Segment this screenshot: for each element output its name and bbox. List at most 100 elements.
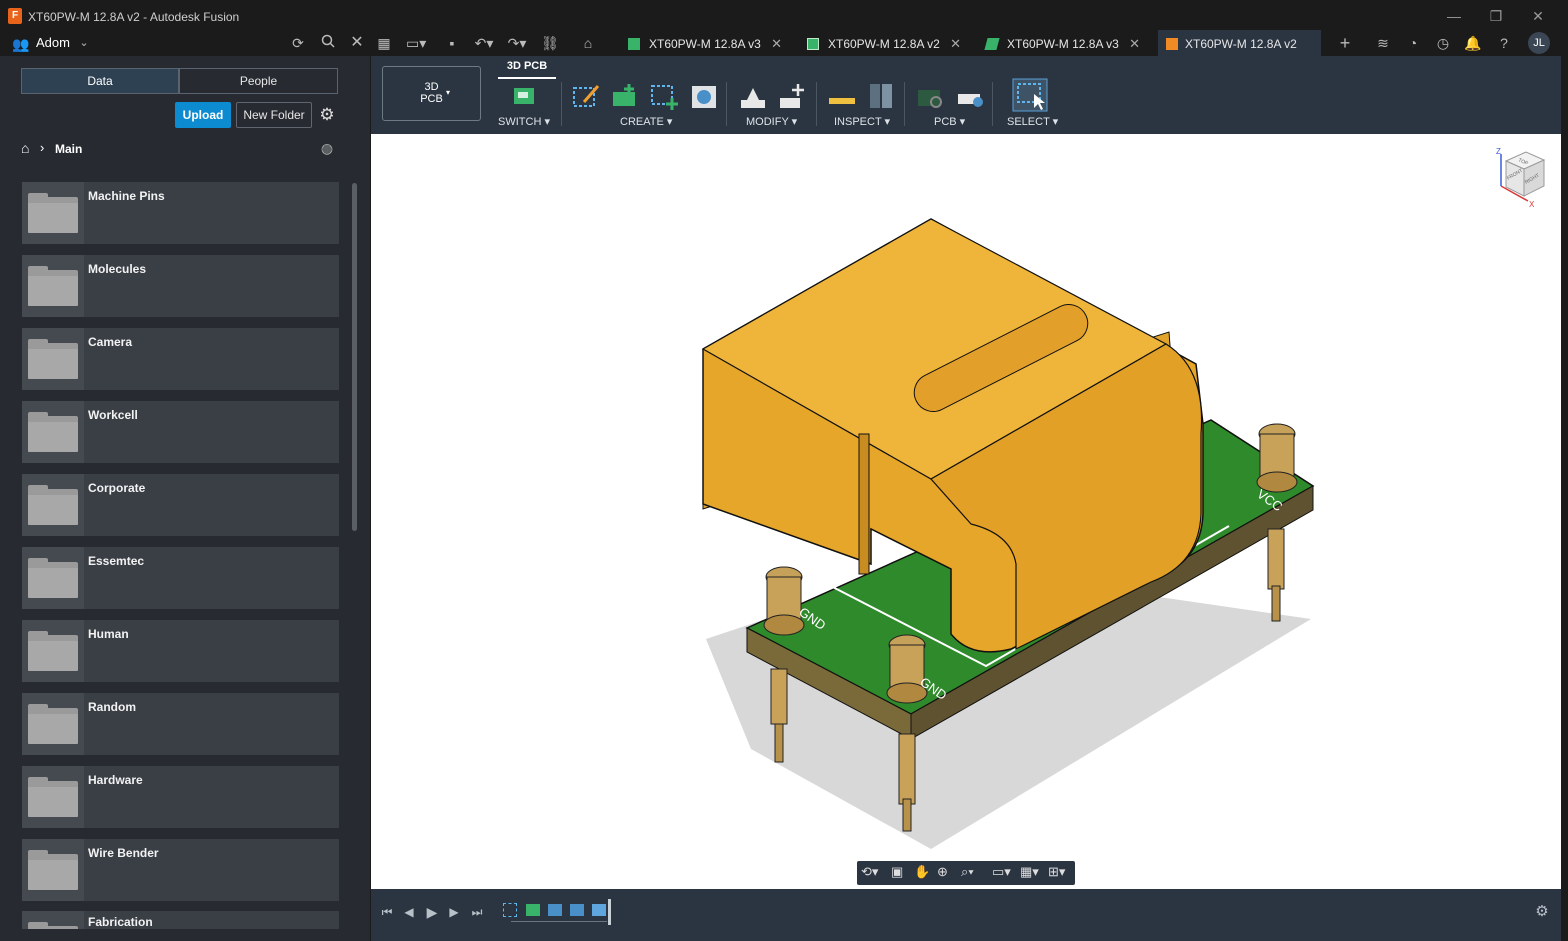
sketch-edit-icon[interactable] bbox=[570, 80, 602, 112]
extensions-icon[interactable]: ◔ bbox=[1403, 34, 1423, 52]
skip-start-icon[interactable]: ⏮ bbox=[377, 903, 397, 921]
ribbon-divider bbox=[726, 82, 727, 126]
close-panel-icon[interactable]: ✕ bbox=[347, 34, 367, 52]
3d-viewport[interactable]: VCC GND GND Z X TOP FRONT RIGHT bbox=[371, 134, 1561, 889]
group-modify[interactable]: MODIFY ▾ bbox=[746, 115, 797, 128]
clock-icon[interactable]: ◷ bbox=[1433, 34, 1453, 52]
globe-settings-icon[interactable]: ◍ bbox=[318, 140, 336, 158]
measure-icon[interactable] bbox=[826, 80, 858, 112]
app-bar: 👥 Adom ⌄ ⟳ ✕ ▦ ▭▾ ▪ ↶▾ ↷▾ ⛓ ⌂ + ≋ ◔ ◷ 🔔 … bbox=[0, 30, 1568, 56]
list-item[interactable]: Essemtec bbox=[22, 547, 339, 609]
folder-name: Workcell bbox=[88, 408, 138, 422]
redo-icon[interactable]: ↷▾ bbox=[507, 34, 527, 52]
zoom-icon[interactable]: ⊕ bbox=[937, 864, 948, 880]
list-item[interactable]: Fabrication bbox=[22, 911, 339, 929]
breadcrumb[interactable]: Main bbox=[55, 142, 82, 156]
orbit-icon[interactable]: ⟲▾ bbox=[861, 864, 878, 880]
list-item[interactable]: Corporate bbox=[22, 474, 339, 536]
timeline-marker[interactable] bbox=[608, 899, 611, 925]
refresh-icon[interactable]: ⟳ bbox=[288, 34, 308, 52]
timeline-feature-icon[interactable] bbox=[570, 904, 584, 916]
play-icon[interactable]: ▶ bbox=[422, 903, 442, 921]
workspace-line2: PCB bbox=[420, 93, 443, 105]
chevron-down-icon[interactable]: ⌄ bbox=[74, 34, 94, 52]
tab-close-icon[interactable]: ✕ bbox=[950, 30, 961, 58]
group-pcb[interactable]: PCB ▾ bbox=[934, 115, 965, 128]
section-analysis-icon[interactable] bbox=[865, 80, 897, 112]
new-tab-icon[interactable]: + bbox=[1335, 34, 1355, 52]
tab-3d-pcb[interactable]: 3D PCB bbox=[498, 60, 556, 79]
link-icon[interactable]: ⛓ bbox=[540, 34, 560, 52]
list-item[interactable]: Molecules bbox=[22, 255, 339, 317]
file-icon[interactable]: ▭▾ bbox=[406, 34, 426, 52]
settings-gear-icon[interactable]: ⚙ bbox=[317, 105, 337, 125]
timeline-feature-icon[interactable] bbox=[548, 904, 562, 916]
search-icon[interactable] bbox=[318, 34, 338, 52]
create-outline-icon[interactable] bbox=[648, 80, 680, 112]
minimize-icon[interactable]: — bbox=[1444, 6, 1464, 26]
pcb-link-icon[interactable] bbox=[914, 80, 946, 112]
timeline-settings-icon[interactable]: ⚙ bbox=[1532, 903, 1552, 921]
help-icon[interactable]: ? bbox=[1494, 34, 1514, 52]
group-label: SWITCH bbox=[498, 116, 542, 128]
upload-button[interactable]: Upload bbox=[175, 102, 231, 128]
viewports-icon[interactable]: ⊞▾ bbox=[1048, 864, 1065, 880]
team-icon: 👥 bbox=[12, 36, 30, 52]
display-settings-icon[interactable]: ▭▾ bbox=[992, 864, 1011, 880]
document-tab[interactable]: XT60PW-M 12.8A v3 ✕ bbox=[624, 30, 782, 56]
list-item[interactable]: Human bbox=[22, 620, 339, 682]
list-item[interactable]: Machine Pins bbox=[22, 182, 339, 244]
timeline-pcb-icon[interactable] bbox=[526, 904, 540, 916]
group-create[interactable]: CREATE ▾ bbox=[620, 115, 672, 128]
pan-icon[interactable]: ✋ bbox=[914, 864, 930, 880]
switch-pcb-icon[interactable] bbox=[508, 80, 540, 112]
zoom-window-icon[interactable]: ⌕▾ bbox=[961, 864, 974, 880]
list-item[interactable]: Hardware bbox=[22, 766, 339, 828]
group-select[interactable]: SELECT ▾ bbox=[1007, 115, 1058, 128]
tab-people[interactable]: People bbox=[179, 68, 338, 94]
home-icon[interactable]: ⌂ bbox=[21, 140, 35, 156]
group-inspect[interactable]: INSPECT ▾ bbox=[834, 115, 890, 128]
workspace-line1: 3D bbox=[424, 81, 439, 93]
list-item[interactable]: Workcell bbox=[22, 401, 339, 463]
restore-icon[interactable]: ❐ bbox=[1486, 6, 1506, 26]
bell-icon[interactable]: 🔔 bbox=[1463, 34, 1483, 52]
pcb-settings-icon[interactable] bbox=[954, 80, 986, 112]
create-3d-package-icon[interactable] bbox=[688, 80, 720, 112]
document-tab[interactable]: XT60PW-M 12.8A v3 ✕ bbox=[982, 30, 1140, 56]
timeline-feature-icon[interactable] bbox=[592, 904, 606, 916]
grid-settings-icon[interactable]: ▦▾ bbox=[1020, 864, 1039, 880]
tab-close-icon[interactable]: ✕ bbox=[1129, 30, 1140, 58]
document-tab-active[interactable]: XT60PW-M 12.8A v2 bbox=[1158, 30, 1321, 56]
look-at-icon[interactable]: ▣ bbox=[891, 864, 903, 880]
tab-data[interactable]: Data bbox=[21, 68, 179, 94]
timeline-sketch-icon[interactable] bbox=[503, 903, 517, 917]
save-icon[interactable]: ▪ bbox=[442, 34, 462, 52]
select-window-icon[interactable] bbox=[1012, 78, 1048, 112]
step-forward-icon[interactable]: ▶ bbox=[444, 903, 464, 921]
list-item[interactable]: Random bbox=[22, 693, 339, 755]
create-component-icon[interactable] bbox=[609, 80, 641, 112]
team-name[interactable]: Adom bbox=[36, 35, 70, 50]
job-status-icon[interactable]: ≋ bbox=[1373, 34, 1393, 52]
list-item[interactable]: Camera bbox=[22, 328, 339, 390]
tab-label: XT60PW-M 12.8A v3 bbox=[1007, 37, 1119, 51]
ribbon-divider bbox=[904, 82, 905, 126]
undo-icon[interactable]: ↶▾ bbox=[474, 34, 494, 52]
group-switch[interactable]: SWITCH ▾ bbox=[498, 115, 550, 128]
modify-move-icon[interactable] bbox=[776, 80, 808, 112]
list-item[interactable]: Wire Bender bbox=[22, 839, 339, 901]
workspace-switcher[interactable]: 3D PCB ▾ bbox=[382, 66, 481, 121]
view-cube[interactable]: Z X TOP FRONT RIGHT bbox=[1496, 146, 1551, 211]
modify-push-icon[interactable] bbox=[737, 80, 769, 112]
user-avatar[interactable]: JL bbox=[1528, 32, 1550, 54]
step-back-icon[interactable]: ◀ bbox=[399, 903, 419, 921]
tab-close-icon[interactable]: ✕ bbox=[771, 30, 782, 58]
document-tab[interactable]: XT60PW-M 12.8A v2 ✕ bbox=[803, 30, 961, 56]
grid-icon[interactable]: ▦ bbox=[374, 34, 394, 52]
scrollbar[interactable] bbox=[352, 183, 357, 531]
new-folder-button[interactable]: New Folder bbox=[236, 102, 312, 128]
close-window-icon[interactable]: ✕ bbox=[1528, 6, 1548, 26]
home-icon[interactable]: ⌂ bbox=[578, 34, 598, 52]
skip-end-icon[interactable]: ⏭ bbox=[467, 903, 487, 921]
